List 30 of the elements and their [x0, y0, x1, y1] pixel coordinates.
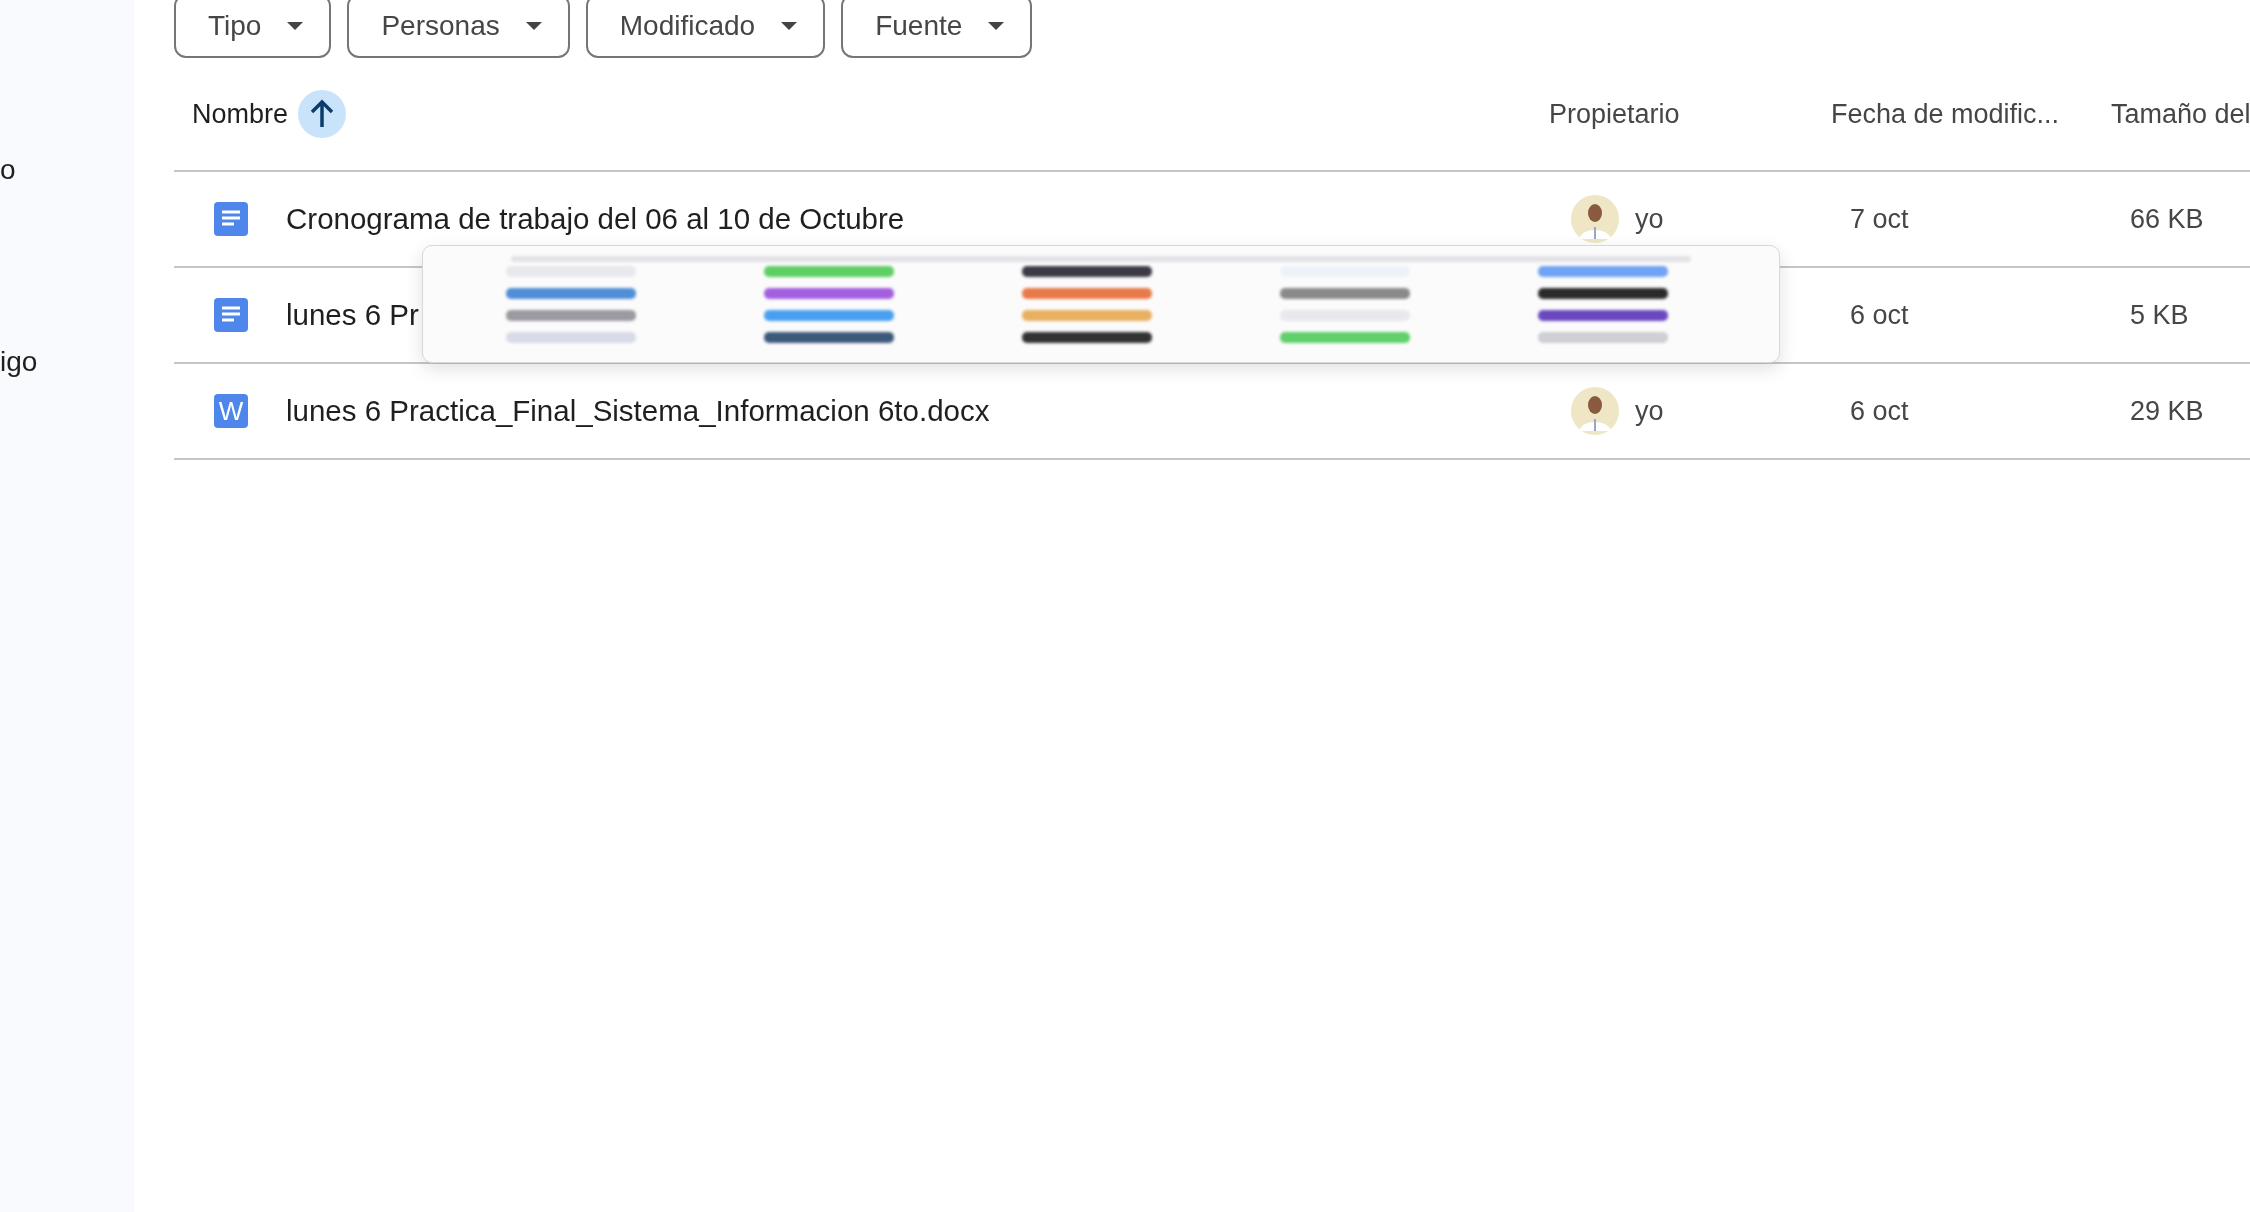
owner-name: yo	[1635, 395, 1664, 427]
sidebar-item[interactable]: o	[0, 154, 16, 186]
sidebar-item[interactable]: igo	[0, 346, 38, 378]
column-header[interactable]: Fecha de modific...	[1831, 98, 2060, 130]
file-name[interactable]: lunes 6 Pr	[286, 298, 419, 332]
owner-name: yo	[1635, 203, 1664, 235]
file-size: 5 KB	[2130, 299, 2189, 331]
caret-icon	[287, 22, 304, 30]
caret-icon	[525, 22, 542, 30]
file-size: 29 KB	[2130, 395, 2204, 427]
file-size: 66 KB	[2130, 203, 2204, 235]
avatar-icon	[1571, 387, 1619, 435]
column-header[interactable]: Nombre	[192, 98, 289, 130]
avatar-icon	[1571, 195, 1619, 243]
file-name[interactable]: lunes 6 Practica_Final_Sistema_Informacion 6to.docx	[286, 394, 990, 428]
caret-icon	[988, 22, 1005, 30]
file-name[interactable]: Cronograma de trabajo del 06 al 10 de Octubre	[286, 202, 905, 236]
filter-chip[interactable]: Tipo	[174, 0, 332, 58]
caret-icon	[781, 22, 798, 30]
document-icon	[214, 202, 248, 236]
word-file-icon: W	[214, 394, 248, 428]
document-icon	[214, 298, 248, 332]
filter-chip[interactable]: Fuente	[841, 0, 1033, 58]
modified-date: 6 oct	[1850, 299, 1909, 331]
modified-date: 7 oct	[1850, 203, 1909, 235]
column-header[interactable]: Propietario	[1549, 98, 1680, 130]
column-header[interactable]: Tamaño del	[2111, 98, 2250, 130]
modified-date: 6 oct	[1850, 395, 1909, 427]
filter-chip[interactable]: Personas	[347, 0, 570, 58]
filter-chip[interactable]: Modificado	[585, 0, 826, 58]
